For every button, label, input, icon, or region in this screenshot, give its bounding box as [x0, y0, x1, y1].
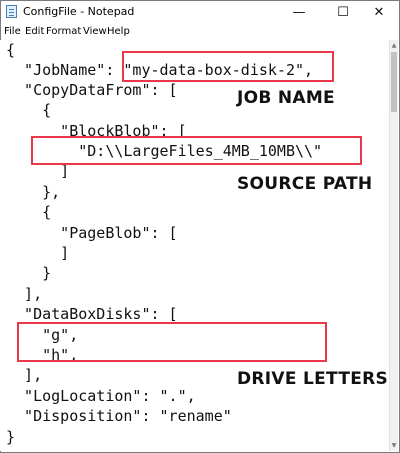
maximize-button[interactable]: ☐ [323, 1, 363, 23]
code-line: ], [6, 285, 43, 303]
code-line: ] [6, 244, 70, 262]
source-path-highlight-box [31, 136, 362, 165]
minimize-button[interactable]: — [279, 1, 319, 23]
job-name-highlight-box [122, 51, 334, 82]
code-line: "LogLocation": ".", [6, 387, 196, 405]
code-line: "PageBlob": [ [6, 224, 178, 242]
code-line: ], [6, 366, 43, 384]
menu-bar: File Edit Format View Help [1, 23, 399, 41]
drive-letters-highlight-box [17, 322, 327, 362]
job-name-annotation: JOB NAME [237, 88, 335, 108]
menu-file[interactable]: File [4, 26, 21, 37]
source-path-annotation: SOURCE PATH [237, 174, 373, 194]
title-bar: ConfigFile - Notepad — ☐ ✕ [1, 1, 399, 23]
code-line: { [6, 203, 52, 221]
code-line: "DataBoxDisks": [ [6, 305, 178, 323]
window-title: ConfigFile - Notepad [23, 5, 135, 18]
scroll-up-icon[interactable]: ▲ [390, 41, 398, 50]
code-line: } [6, 264, 52, 282]
code-line: } [6, 428, 16, 446]
scrollbar-thumb[interactable] [391, 52, 397, 112]
menu-view[interactable]: View [83, 26, 107, 37]
code-line: { [6, 41, 16, 59]
menu-help[interactable]: Help [107, 26, 130, 37]
code-line: "Disposition": "rename" [6, 407, 232, 425]
notepad-icon [6, 5, 17, 18]
menu-format[interactable]: Format [46, 26, 81, 37]
vertical-scrollbar[interactable]: ▲ ▼ [389, 40, 398, 451]
drive-letters-annotation: DRIVE LETTERS [237, 369, 389, 389]
code-line: "CopyDataFrom": [ [6, 81, 178, 99]
code-line: }, [6, 183, 61, 201]
close-button[interactable]: ✕ [359, 1, 399, 23]
code-line: { [6, 101, 52, 119]
menu-edit[interactable]: Edit [25, 26, 44, 37]
scroll-down-icon[interactable]: ▼ [390, 441, 398, 450]
